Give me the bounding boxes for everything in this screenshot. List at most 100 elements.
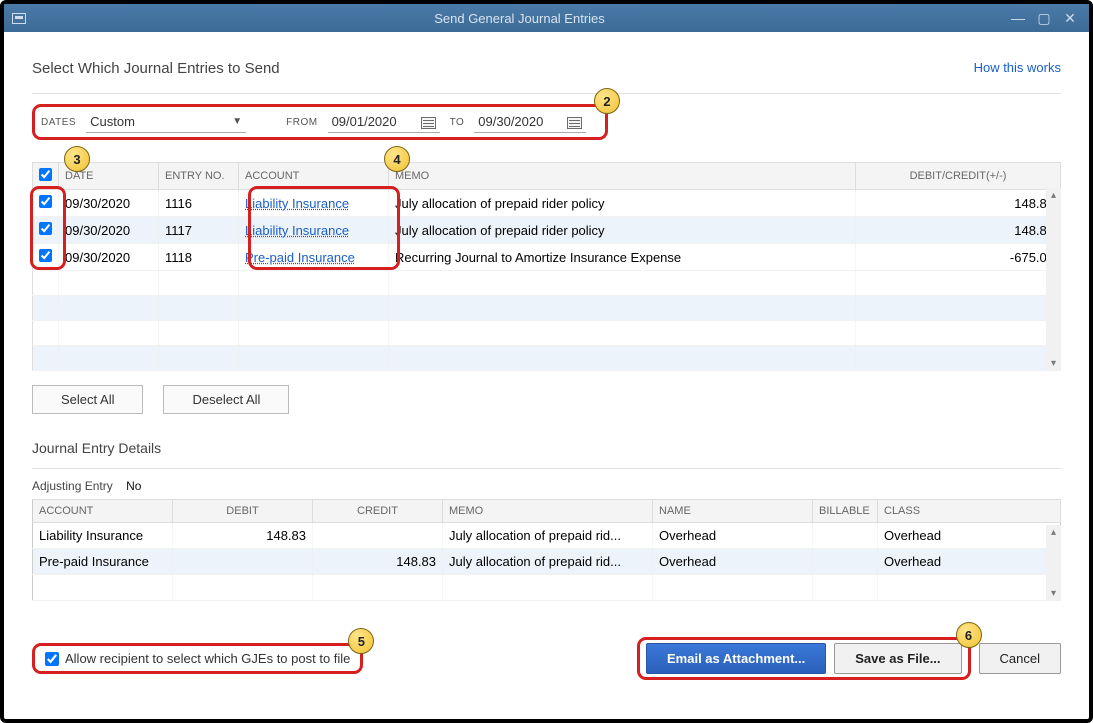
cell-entry: 1117 [159, 217, 239, 244]
cell-memo: July allocation of prepaid rid... [443, 549, 653, 575]
chevron-down-icon: ▼ [232, 116, 242, 127]
cell-debit [173, 549, 313, 575]
table-row[interactable]: 09/30/2020 1118 Pre-paid Insurance Recur… [33, 244, 1061, 271]
details-title: Journal Entry Details [32, 440, 1061, 456]
cell-class: Overhead [878, 523, 1061, 549]
scroll-down-icon[interactable]: ▾ [1046, 586, 1061, 601]
col-date[interactable]: DATE [59, 163, 159, 190]
table-row-empty [33, 271, 1061, 296]
col-credit[interactable]: CREDIT [313, 500, 443, 523]
cell-account: Liability Insurance [33, 523, 173, 549]
cell-account-link[interactable]: Liability Insurance [239, 217, 389, 244]
row-checkbox[interactable] [39, 222, 52, 235]
scroll-down-icon[interactable]: ▾ [1046, 356, 1061, 371]
maximize-button[interactable]: ▢ [1033, 9, 1055, 27]
dates-value: Custom [90, 114, 135, 129]
table-row[interactable]: 09/30/2020 1116 Liability Insurance July… [33, 190, 1061, 217]
cell-dc: 148.83 [856, 217, 1061, 244]
row-checkbox[interactable] [39, 249, 52, 262]
to-label: TO [450, 117, 465, 128]
table-row-empty [33, 346, 1061, 371]
cell-class: Overhead [878, 549, 1061, 575]
col-memo[interactable]: MEMO [389, 163, 856, 190]
from-date-value: 09/01/2020 [332, 114, 397, 129]
calendar-icon[interactable] [567, 115, 582, 129]
allow-recipient-label: Allow recipient to select which GJEs to … [65, 651, 350, 666]
adjusting-value: No [126, 479, 141, 493]
allow-recipient-checkbox[interactable] [45, 652, 59, 666]
cancel-button[interactable]: Cancel [979, 643, 1061, 674]
date-filter-bar: DATES Custom ▼ FROM 09/01/2020 TO 09/30/… [32, 104, 608, 140]
action-buttons-box: Email as Attachment... Save as File... 6 [637, 637, 971, 680]
col-name[interactable]: NAME [653, 500, 813, 523]
to-date-field[interactable]: 09/30/2020 [474, 111, 586, 133]
select-all-checkbox[interactable] [39, 168, 52, 181]
journal-details-grid: ACCOUNT DEBIT CREDIT MEMO NAME BILLABLE … [32, 499, 1061, 601]
cell-account: Pre-paid Insurance [33, 549, 173, 575]
col-account[interactable]: ACCOUNT [33, 500, 173, 523]
vertical-scrollbar[interactable]: ▴ ▾ [1046, 525, 1061, 601]
divider [32, 93, 1061, 94]
calendar-icon[interactable] [421, 115, 436, 129]
cell-name: Overhead [653, 549, 813, 575]
cell-billable [813, 523, 878, 549]
table-row-empty [33, 321, 1061, 346]
window-icon [12, 13, 32, 24]
step-badge-5: 5 [348, 628, 374, 654]
minimize-button[interactable]: — [1007, 9, 1029, 27]
adjusting-entry-row: Adjusting Entry No [32, 479, 1061, 493]
row-checkbox[interactable] [39, 195, 52, 208]
adjusting-label: Adjusting Entry [32, 479, 113, 493]
from-date-field[interactable]: 09/01/2020 [328, 111, 440, 133]
cell-memo: Recurring Journal to Amortize Insurance … [389, 244, 856, 271]
cell-memo: July allocation of prepaid rider policy [389, 217, 856, 244]
table-row[interactable]: Pre-paid Insurance 148.83 July allocatio… [33, 549, 1061, 575]
cell-dc: 148.83 [856, 190, 1061, 217]
table-row-empty [33, 575, 1061, 601]
table-row-empty [33, 296, 1061, 321]
table-row[interactable]: Liability Insurance 148.83 July allocati… [33, 523, 1061, 549]
cell-debit: 148.83 [173, 523, 313, 549]
cell-billable [813, 549, 878, 575]
col-debit[interactable]: DEBIT [173, 500, 313, 523]
divider [32, 468, 1061, 469]
cell-date: 09/30/2020 [59, 190, 159, 217]
titlebar: Send General Journal Entries — ▢ ✕ [4, 4, 1089, 32]
cell-date: 09/30/2020 [59, 244, 159, 271]
cell-credit: 148.83 [313, 549, 443, 575]
help-link[interactable]: How this works [974, 60, 1061, 75]
cell-dc: -675.00 [856, 244, 1061, 271]
page-title: Select Which Journal Entries to Send [32, 60, 280, 77]
cell-name: Overhead [653, 523, 813, 549]
vertical-scrollbar[interactable]: ▴ ▾ [1046, 188, 1061, 371]
cell-entry: 1118 [159, 244, 239, 271]
col-class[interactable]: CLASS [878, 500, 1061, 523]
col-debit-credit[interactable]: DEBIT/CREDIT(+/-) [856, 163, 1061, 190]
window-title: Send General Journal Entries [32, 11, 1007, 26]
cell-account-link[interactable]: Liability Insurance [239, 190, 389, 217]
select-all-button[interactable]: Select All [32, 385, 143, 414]
journal-entries-grid: DATE ENTRY NO. ACCOUNT MEMO DEBIT/CREDIT… [32, 162, 1061, 371]
col-entry[interactable]: ENTRY NO. [159, 163, 239, 190]
cell-credit [313, 523, 443, 549]
cell-account-link[interactable]: Pre-paid Insurance [239, 244, 389, 271]
dates-label: DATES [41, 117, 76, 128]
to-date-value: 09/30/2020 [478, 114, 543, 129]
deselect-all-button[interactable]: Deselect All [163, 385, 289, 414]
scroll-up-icon[interactable]: ▴ [1046, 188, 1061, 203]
allow-recipient-box: Allow recipient to select which GJEs to … [32, 643, 363, 674]
col-account[interactable]: ACCOUNT [239, 163, 389, 190]
scroll-up-icon[interactable]: ▴ [1046, 525, 1061, 540]
cell-date: 09/30/2020 [59, 217, 159, 244]
dates-dropdown[interactable]: Custom ▼ [86, 111, 246, 133]
email-attachment-button[interactable]: Email as Attachment... [646, 643, 826, 674]
cell-entry: 1116 [159, 190, 239, 217]
cell-memo: July allocation of prepaid rider policy [389, 190, 856, 217]
save-as-file-button[interactable]: Save as File... [834, 643, 961, 674]
col-memo[interactable]: MEMO [443, 500, 653, 523]
cell-memo: July allocation of prepaid rid... [443, 523, 653, 549]
from-label: FROM [286, 117, 317, 128]
close-button[interactable]: ✕ [1059, 9, 1081, 27]
col-billable[interactable]: BILLABLE [813, 500, 878, 523]
table-row[interactable]: 09/30/2020 1117 Liability Insurance July… [33, 217, 1061, 244]
